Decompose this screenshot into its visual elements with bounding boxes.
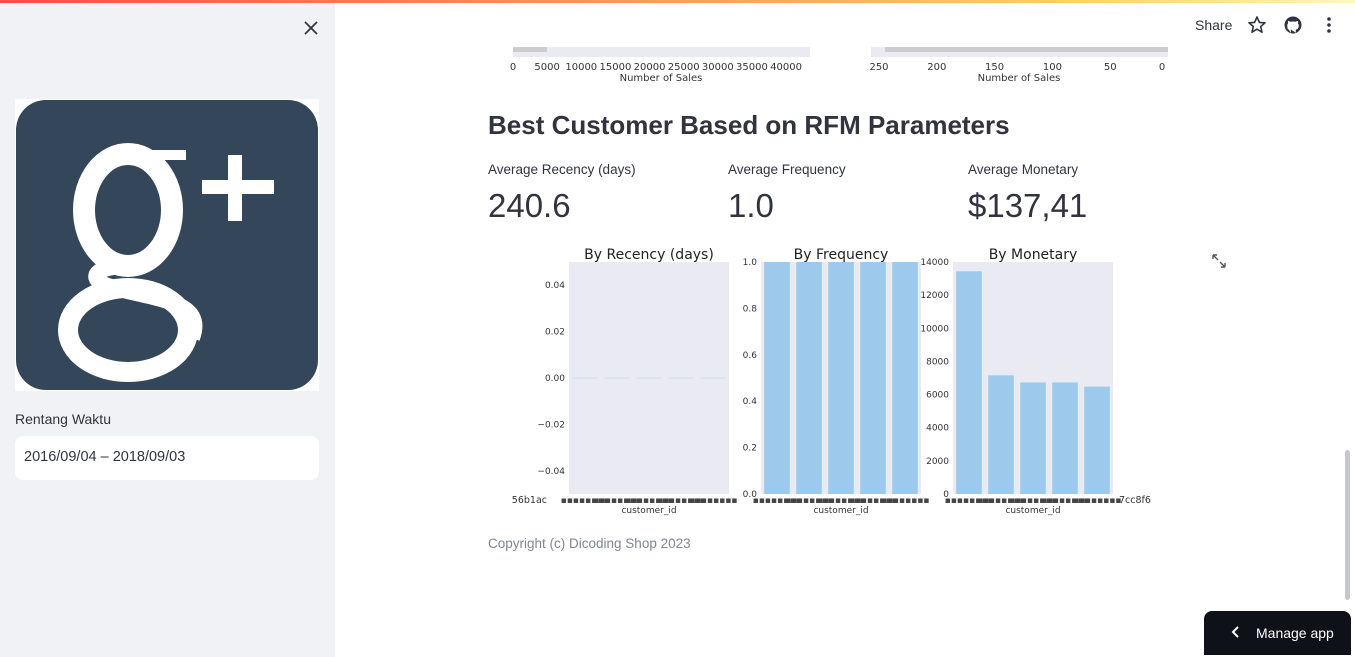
sidebar: Rentang Waktu 2016/09/04 – 2018/09/03 (0, 0, 335, 657)
x-axis-label: customer_id (621, 506, 676, 516)
left-axis-tick-label: 35000 (736, 62, 768, 73)
top-decoration-bar (0, 0, 1355, 3)
metric-recency: Average Recency (days) 240.6 (488, 162, 636, 225)
y-tick-label: 2000 (926, 457, 949, 467)
previous-chart-axes: 0 5000 10000 15000 20000 25000 30000 35000 40000… (510, 47, 1168, 84)
y-tick-label: −0.02 (537, 420, 565, 430)
expand-icon (1212, 254, 1226, 268)
metric-value: 240.6 (488, 187, 571, 224)
scrollbar[interactable] (1345, 450, 1350, 600)
y-tick-label: 0.6 (743, 351, 758, 361)
y-tick-label: 8000 (926, 357, 949, 367)
left-axis-plot-area (513, 47, 810, 57)
bar (1020, 382, 1046, 494)
section-title: Best Customer Based on RFM Parameters (488, 110, 1010, 140)
bar (1052, 382, 1078, 494)
footer-copyright: Copyright (c) Dicoding Shop 2023 (488, 536, 691, 551)
chevron-left-icon (1230, 625, 1242, 642)
y-tick-label: 10000 (920, 324, 949, 334)
chart-title: By Frequency (794, 247, 889, 263)
y-tick-label: 0.00 (545, 374, 565, 384)
manage-app-label: Manage app (1256, 625, 1334, 641)
bar (1084, 386, 1110, 494)
x-axis-label: customer_id (1005, 506, 1060, 516)
right-axis-bar (885, 47, 1168, 52)
bar (860, 262, 886, 494)
right-axis-tick-label: 200 (927, 62, 946, 73)
chart-title: By Recency (days) (584, 247, 714, 263)
x-tick-label-visible: 7cc8f6 (1119, 495, 1151, 506)
y-tick-label: 0.4 (743, 397, 758, 407)
google-plus-icon (58, 143, 274, 382)
y-tick-label: 0.04 (545, 281, 565, 291)
y-tick-label: 14000 (920, 258, 949, 268)
manage-app-button[interactable]: Manage app (1204, 611, 1351, 655)
close-icon (304, 21, 318, 35)
bar (892, 262, 918, 494)
fullscreen-button[interactable] (1210, 252, 1228, 270)
metric-frequency: Average Frequency 1.0 (728, 162, 846, 225)
y-tick-label: 0.8 (743, 304, 758, 314)
x-tick-label: ▪▪▪▪▪▪▪▪ (689, 496, 738, 506)
bar (828, 262, 854, 494)
right-axis-tick-label: 50 (1104, 62, 1117, 73)
y-tick-label: 12000 (920, 291, 949, 301)
x-tick-label-visible: 56b1ac (512, 495, 547, 506)
left-axis-tick-label: 5000 (534, 62, 559, 73)
right-axis-tick-label: 0 (1159, 62, 1165, 73)
left-axis-xlabel: Number of Sales (620, 73, 703, 84)
left-axis-tick-label: 25000 (668, 62, 700, 73)
left-axis-tick-label: 30000 (702, 62, 734, 73)
x-tick-label: ▪▪▪▪▪▪▪▪ (1073, 496, 1122, 506)
left-axis-tick-label: 40000 (770, 62, 802, 73)
metric-value: 1.0 (728, 187, 774, 224)
metric-label: Average Monetary (968, 162, 1079, 177)
y-tick-label: 0.02 (545, 328, 565, 338)
bar (764, 262, 790, 494)
rfm-chart-1: By Frequency1.00.80.60.40.20.0▪▪▪▪▪▪▪▪▪▪… (743, 247, 930, 516)
y-tick-label: 0.2 (743, 444, 757, 454)
bar (700, 377, 726, 379)
left-axis-tick-label: 0 (510, 62, 516, 73)
y-tick-label: 1.0 (743, 258, 758, 268)
left-axis-tick-label: 10000 (565, 62, 597, 73)
date-range-input[interactable]: 2016/09/04 – 2018/09/03 (15, 436, 319, 480)
metric-value: $137,41 (968, 187, 1088, 224)
left-axis-bar (513, 47, 547, 52)
right-axis-tick-label: 150 (985, 62, 1004, 73)
bar (572, 377, 598, 379)
bar (988, 375, 1014, 494)
bar (604, 377, 630, 379)
y-tick-label: 6000 (926, 391, 949, 401)
metric-monetary: Average Monetary $137,41 (968, 162, 1087, 225)
bar (668, 377, 694, 379)
bar (636, 377, 662, 379)
rfm-chart-2: By Monetary 14000 12000 10000 8000 6000 4000 20… (920, 247, 1151, 516)
y-tick-label: 4000 (926, 424, 949, 434)
right-axis-tick-label: 100 (1043, 62, 1062, 73)
close-sidebar-button[interactable] (297, 14, 325, 42)
main-content: 0 5000 10000 15000 20000 25000 30000 35000 40000… (335, 0, 1355, 657)
right-axis-xlabel: Number of Sales (978, 73, 1061, 84)
left-axis-tick-label: 20000 (634, 62, 666, 73)
logo-image (15, 99, 319, 391)
metric-label: Average Frequency (728, 162, 846, 177)
rfm-charts: By Recency (days) 0.04 0.02 0.00 −0.02 −0.04 ▪… (512, 247, 1151, 516)
rfm-chart-0: By Recency (days) 0.04 0.02 0.00 −0.02 −0.04 ▪… (512, 247, 738, 516)
bar (796, 262, 822, 494)
left-axis-tick-label: 15000 (600, 62, 632, 73)
x-tick-label: ▪▪▪▪▪▪▪▪ (881, 496, 930, 506)
date-range-label: Rentang Waktu (15, 411, 111, 427)
right-axis-tick-label: 250 (869, 62, 888, 73)
metric-label: Average Recency (days) (488, 162, 636, 177)
bar (956, 271, 982, 494)
y-tick-label: −0.04 (537, 467, 565, 477)
x-axis-label: customer_id (813, 506, 868, 516)
chart-title: By Monetary (989, 247, 1078, 263)
